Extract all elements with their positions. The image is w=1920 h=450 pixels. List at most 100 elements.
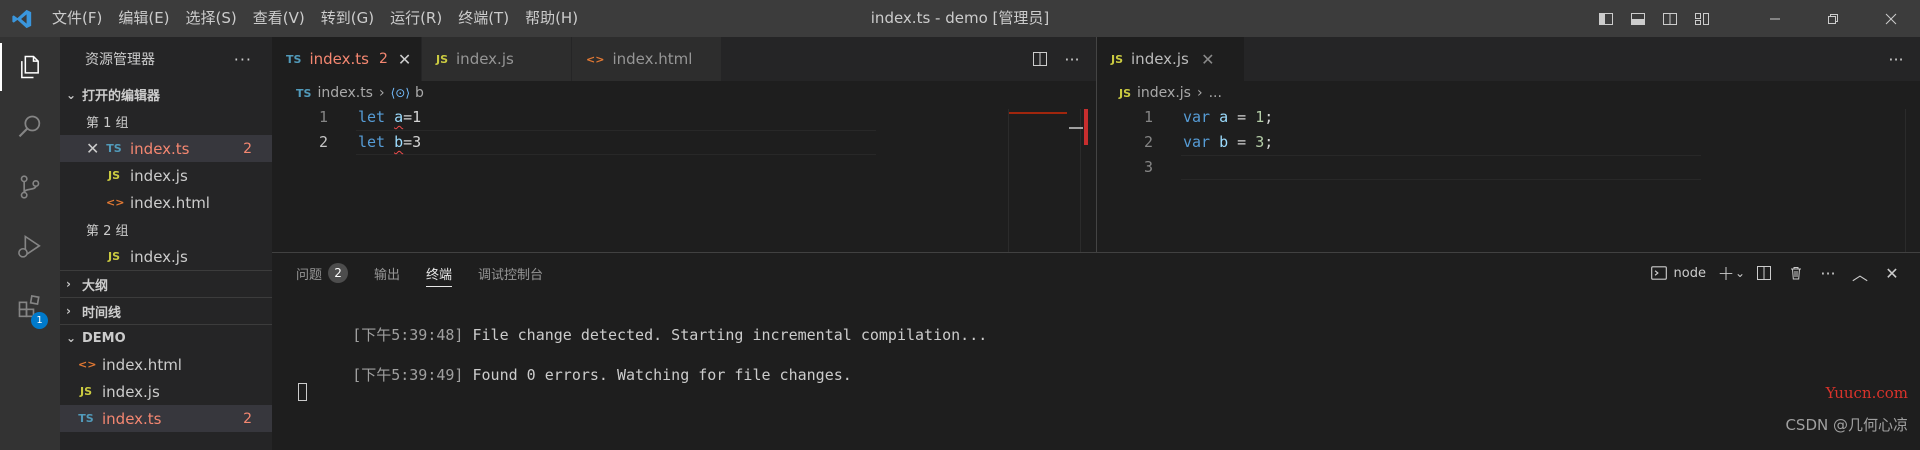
close-icon[interactable]: ✕: [398, 50, 411, 69]
terminal-selector[interactable]: node: [1650, 264, 1706, 282]
open-editor-index-html[interactable]: <> index.html: [60, 189, 272, 216]
code-text: let a=1: [358, 108, 422, 126]
vertical-scrollbar[interactable]: [1069, 109, 1094, 252]
customize-layout-button[interactable]: [1686, 0, 1718, 37]
typescript-file-icon: TS: [296, 86, 312, 100]
open-editor-index-js[interactable]: JS index.js: [60, 162, 272, 189]
chevron-up-icon: ︿: [1851, 265, 1868, 284]
code-area[interactable]: 1 let a=1 2 let b=3: [272, 105, 1096, 155]
maximize-panel-button[interactable]: ︿: [1844, 253, 1876, 293]
close-icon[interactable]: ✕: [86, 139, 106, 158]
terminal-dropdown-button[interactable]: ⌄: [1732, 253, 1748, 293]
tab-index-js[interactable]: JS index.js: [422, 37, 572, 81]
split-editor-icon: [1033, 52, 1047, 66]
menu-help[interactable]: 帮助(H): [517, 0, 586, 37]
code-line: 2 var b = 3;: [1097, 130, 1920, 155]
terminal-output[interactable]: [下午5:39:48] File change detected. Starti…: [272, 293, 1920, 450]
typescript-file-icon: TS: [106, 142, 122, 155]
code-text: var b = 3;: [1183, 133, 1274, 151]
extensions-badge: 1: [31, 312, 48, 329]
terminal-line: [下午5:39:49] Found 0 errors. Watching for…: [298, 346, 852, 403]
tab-problems[interactable]: 问题 2: [296, 253, 349, 293]
more-actions-button[interactable]: ···: [1812, 253, 1844, 293]
tab-index-html[interactable]: <> index.html: [572, 37, 722, 81]
menu-run[interactable]: 运行(R): [382, 0, 450, 37]
code-line: 1 let a=1: [272, 105, 1096, 130]
panel-actions: node + ⌄ ··· ︿ ✕: [1650, 253, 1908, 293]
terminal-name: node: [1673, 265, 1706, 281]
tab-index-ts[interactable]: TS index.ts 2 ✕: [272, 37, 422, 81]
split-terminal-button[interactable]: [1748, 253, 1780, 293]
minimize-icon: [1770, 18, 1780, 19]
toggle-secondary-sidebar-button[interactable]: [1654, 0, 1686, 37]
tab-label: 问题: [296, 267, 323, 283]
tab-terminal[interactable]: 终端: [426, 253, 453, 293]
minimize-button[interactable]: [1746, 0, 1804, 37]
activity-bar: 1: [0, 37, 60, 450]
more-actions-button[interactable]: ···: [1056, 37, 1088, 81]
breadcrumb-file[interactable]: index.js: [1137, 85, 1191, 101]
source-control-activity[interactable]: [0, 157, 60, 217]
open-editor-index-ts[interactable]: ✕ TS index.ts 2: [60, 135, 272, 162]
line-number: 3: [1143, 158, 1153, 176]
layout-grid-icon: [1695, 12, 1709, 25]
timestamp: [下午5:39:49]: [352, 366, 464, 384]
file-index-ts[interactable]: TS index.ts 2: [60, 405, 272, 432]
vertical-scrollbar[interactable]: [1905, 109, 1919, 252]
breadcrumb-rest[interactable]: ...: [1209, 85, 1222, 101]
close-panel-button[interactable]: ✕: [1876, 253, 1908, 293]
menu-selection[interactable]: 选择(S): [178, 0, 245, 37]
menu-view[interactable]: 查看(V): [245, 0, 313, 37]
split-terminal-icon: [1757, 266, 1771, 280]
code-area[interactable]: 1 var a = 1; 2 var b = 3; 3: [1097, 105, 1920, 180]
split-editor-button[interactable]: [1024, 37, 1056, 81]
typescript-file-icon: TS: [78, 412, 94, 425]
more-actions-button[interactable]: ···: [1880, 37, 1912, 81]
terminal-cursor: [298, 383, 307, 401]
restore-button[interactable]: [1804, 0, 1862, 37]
file-index-html[interactable]: <> index.html: [60, 351, 272, 378]
search-activity[interactable]: [0, 97, 60, 157]
tab-debug-console[interactable]: 调试控制台: [478, 253, 543, 293]
chevron-down-icon: ⌄: [66, 331, 77, 345]
outline-section[interactable]: › 大纲: [60, 270, 272, 297]
tab-index-js[interactable]: JS index.js ✕: [1097, 37, 1245, 81]
menu-file[interactable]: 文件(F): [44, 0, 110, 37]
breadcrumb-symbol[interactable]: b: [415, 85, 424, 101]
breadcrumb-file[interactable]: index.ts: [317, 85, 373, 101]
file-name: index.js: [130, 166, 188, 185]
tab-label: index.html: [612, 50, 693, 68]
tab-label: 调试控制台: [478, 267, 544, 283]
split-layout-icon: [1663, 12, 1677, 25]
tab-output[interactable]: 输出: [374, 253, 400, 293]
chevron-right-icon: ›: [1196, 85, 1203, 101]
extensions-activity[interactable]: 1: [0, 277, 60, 337]
toggle-panel-button[interactable]: [1622, 0, 1654, 37]
more-actions-icon[interactable]: ···: [234, 50, 252, 69]
search-icon: [18, 115, 41, 138]
timeline-section[interactable]: › 时间线: [60, 297, 272, 324]
close-window-button[interactable]: [1862, 0, 1920, 37]
explorer-sidebar: 资源管理器 ··· ⌄ 打开的编辑器 第 1 组 ✕ TS index.ts 2…: [60, 37, 272, 450]
breadcrumb: TS index.ts › ⟨⊙⟩ b: [272, 81, 1096, 105]
close-icon: [1885, 13, 1897, 24]
menu-terminal[interactable]: 终端(T): [450, 0, 517, 37]
menu-go[interactable]: 转到(G): [313, 0, 382, 37]
close-icon[interactable]: ✕: [1199, 50, 1217, 69]
minimap[interactable]: [1008, 109, 1067, 252]
kill-terminal-button[interactable]: [1780, 253, 1812, 293]
project-section[interactable]: ⌄ DEMO: [60, 324, 272, 351]
open-editor-group2-index-js[interactable]: JS index.js: [60, 243, 272, 270]
tab-label: index.js: [1131, 50, 1189, 68]
run-debug-activity[interactable]: [0, 217, 60, 277]
chevron-right-icon: ›: [378, 85, 385, 101]
tab-label: 输出: [374, 267, 401, 283]
explorer-activity[interactable]: [0, 37, 60, 97]
file-index-js[interactable]: JS index.js: [60, 378, 272, 405]
toggle-primary-sidebar-button[interactable]: [1590, 0, 1622, 37]
timeline-label: 时间线: [82, 305, 122, 321]
menu-edit[interactable]: 编辑(E): [110, 0, 177, 37]
close-icon: ✕: [1885, 263, 1899, 283]
error-count-badge: 2: [243, 140, 252, 157]
open-editors-section[interactable]: ⌄ 打开的编辑器: [60, 81, 272, 108]
